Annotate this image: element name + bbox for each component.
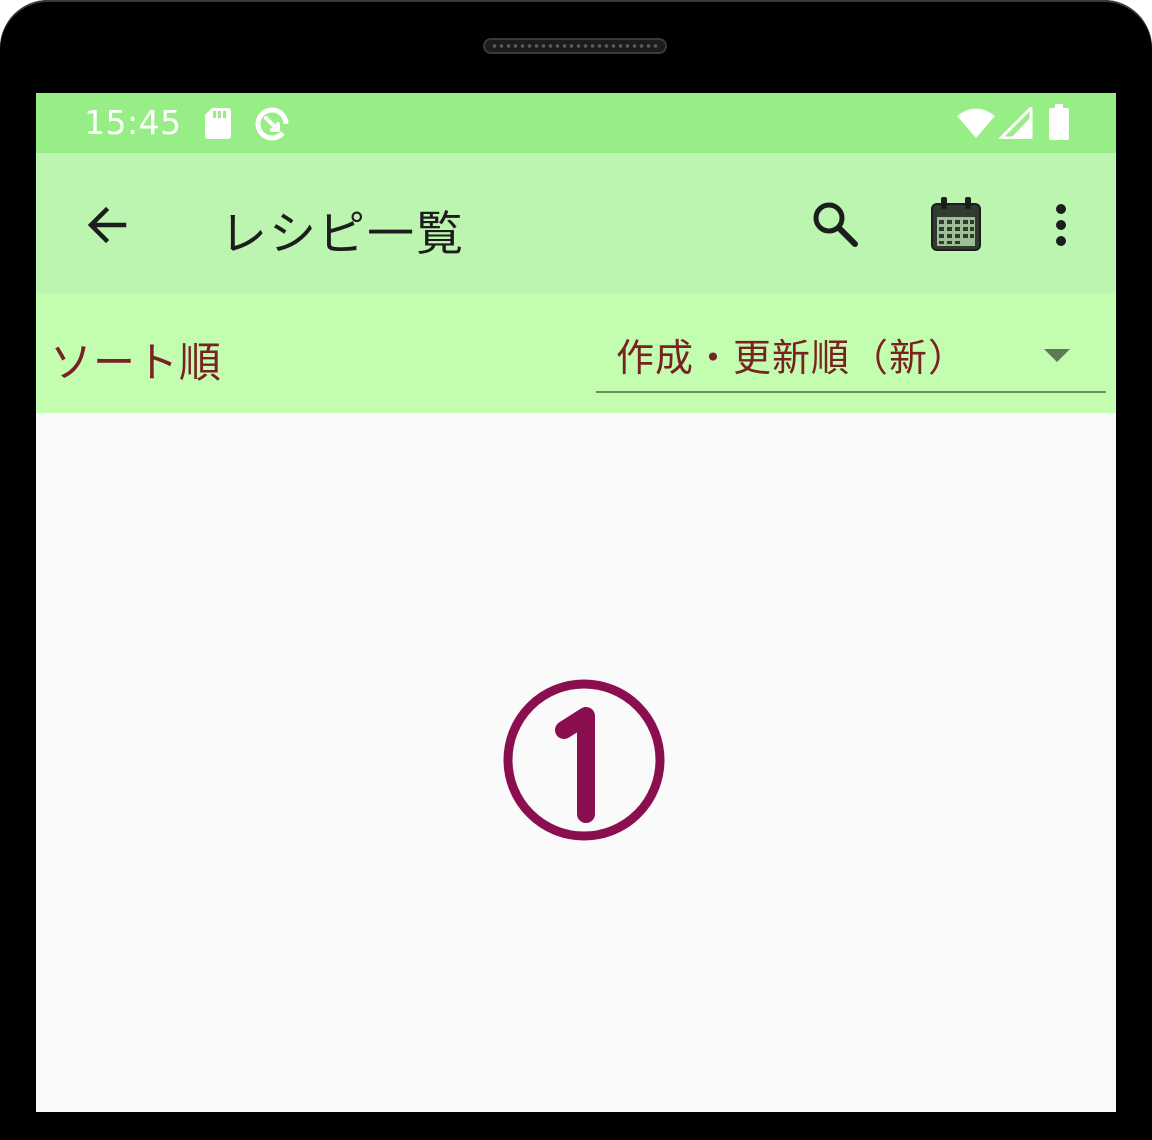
phone-frame: 15:45 レシピ一覧 ソート順 作成・更新順（新） [0, 0, 1152, 1140]
status-bar: 15:45 [36, 93, 1116, 153]
wifi-icon [957, 108, 995, 138]
calendar-icon[interactable] [929, 195, 983, 253]
annotation-marker-1: ① [503, 679, 665, 841]
search-icon[interactable] [810, 199, 860, 249]
sort-order-selected-value: 作成・更新順（新） [616, 336, 968, 380]
battery-icon [1049, 104, 1069, 140]
sort-bar: ソート順 作成・更新順（新） [36, 293, 1116, 413]
sort-order-dropdown[interactable]: 作成・更新順（新） [596, 313, 1106, 393]
app-bar: レシピ一覧 [36, 153, 1116, 293]
back-arrow-icon[interactable] [82, 201, 130, 249]
sd-card-icon [205, 108, 231, 139]
page-title: レシピ一覧 [220, 207, 465, 262]
status-time: 15:45 [84, 103, 182, 142]
sort-order-label: ソート順 [50, 338, 223, 387]
phone-screen: 15:45 レシピ一覧 ソート順 作成・更新順（新） [36, 93, 1116, 1112]
earpiece-speaker [483, 38, 667, 54]
more-vert-icon[interactable] [1047, 201, 1075, 249]
dropdown-arrow-icon [1044, 349, 1070, 362]
cell-signal-icon [999, 107, 1033, 139]
data-saver-icon [255, 107, 289, 141]
